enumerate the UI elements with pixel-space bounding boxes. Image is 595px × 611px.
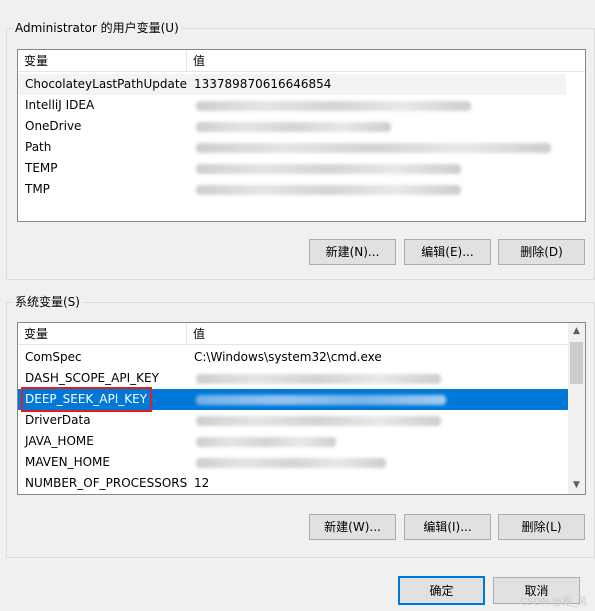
user-var-row-onedrive[interactable]: OneDrive xyxy=(18,116,585,137)
blurred-value xyxy=(196,122,391,132)
blurred-value xyxy=(196,185,461,195)
user-variables-label: Administrator 的用户变量(U) xyxy=(13,21,181,35)
user-edit-button[interactable]: 编辑(E)... xyxy=(404,239,491,265)
var-value: C:\Windows\system32\cmd.exe xyxy=(194,350,382,364)
blurred-value xyxy=(196,458,386,468)
user-variables-list[interactable]: 变量 值 ChocolateyLastPathUpdate 1337898706… xyxy=(17,49,586,222)
var-value: 12 xyxy=(194,476,210,490)
var-name: JAVA_HOME xyxy=(25,434,94,448)
blurred-value xyxy=(196,143,551,153)
system-list-scrollbar[interactable]: ▲ ▼ xyxy=(568,323,585,494)
system-variables-label: 系统变量(S) xyxy=(13,295,82,309)
sys-var-row-driverdata[interactable]: DriverData xyxy=(18,410,568,431)
sys-var-row-java-home[interactable]: JAVA_HOME xyxy=(18,431,568,452)
var-name: TEMP xyxy=(25,161,58,175)
column-header-name[interactable]: 变量 xyxy=(18,50,187,72)
user-var-row-path[interactable]: Path xyxy=(18,137,585,158)
blurred-value xyxy=(196,101,471,111)
sys-var-row-processors[interactable]: NUMBER_OF_PROCESSORS 12 xyxy=(18,473,568,494)
var-name: IntelliJ IDEA xyxy=(25,98,95,112)
user-var-row-temp[interactable]: TEMP xyxy=(18,158,585,179)
var-name: DASH_SCOPE_API_KEY xyxy=(25,371,159,385)
column-header-value[interactable]: 值 xyxy=(187,323,568,345)
user-var-row-chocolatey[interactable]: ChocolateyLastPathUpdate 133789870616646… xyxy=(18,74,566,95)
system-delete-button[interactable]: 删除(L) xyxy=(498,514,585,540)
watermark: CSDN @霜_风 xyxy=(520,597,587,608)
user-list-header: 变量 值 xyxy=(18,50,585,72)
ok-button[interactable]: 确定 xyxy=(398,576,485,605)
scroll-down-arrow-icon[interactable]: ▼ xyxy=(568,477,585,494)
var-value: 133789870616646854 xyxy=(194,77,332,91)
blurred-value xyxy=(196,437,336,447)
var-name: DriverData xyxy=(25,413,91,427)
system-list-header: 变量 值 xyxy=(18,323,568,345)
user-var-row-tmp[interactable]: TMP xyxy=(18,179,585,200)
var-name: NUMBER_OF_PROCESSORS xyxy=(25,476,188,490)
blurred-value xyxy=(196,374,441,384)
user-new-button[interactable]: 新建(N)... xyxy=(309,239,396,265)
var-name: Path xyxy=(25,140,52,154)
scroll-up-arrow-icon[interactable]: ▲ xyxy=(568,323,585,340)
user-delete-button[interactable]: 删除(D) xyxy=(498,239,585,265)
system-new-button[interactable]: 新建(W)... xyxy=(309,514,396,540)
sys-var-row-dash-scope[interactable]: DASH_SCOPE_API_KEY xyxy=(18,368,568,389)
var-name: TMP xyxy=(25,182,50,196)
var-name: ComSpec xyxy=(25,350,82,364)
blurred-value xyxy=(196,164,461,174)
blurred-value xyxy=(196,416,441,426)
annotation-highlight-box xyxy=(21,387,152,412)
blurred-value xyxy=(196,395,446,405)
user-var-row-intellij[interactable]: IntelliJ IDEA xyxy=(18,95,585,116)
var-name: OneDrive xyxy=(25,119,82,133)
scroll-thumb[interactable] xyxy=(570,342,583,384)
column-header-value[interactable]: 值 xyxy=(187,50,585,72)
system-edit-button[interactable]: 编辑(I)... xyxy=(404,514,491,540)
column-header-name[interactable]: 变量 xyxy=(18,323,187,345)
sys-var-row-maven-home[interactable]: MAVEN_HOME xyxy=(18,452,568,473)
var-name: MAVEN_HOME xyxy=(25,455,110,469)
var-name: ChocolateyLastPathUpdate xyxy=(25,77,187,91)
sys-var-row-comspec[interactable]: ComSpec C:\Windows\system32\cmd.exe xyxy=(18,347,568,368)
